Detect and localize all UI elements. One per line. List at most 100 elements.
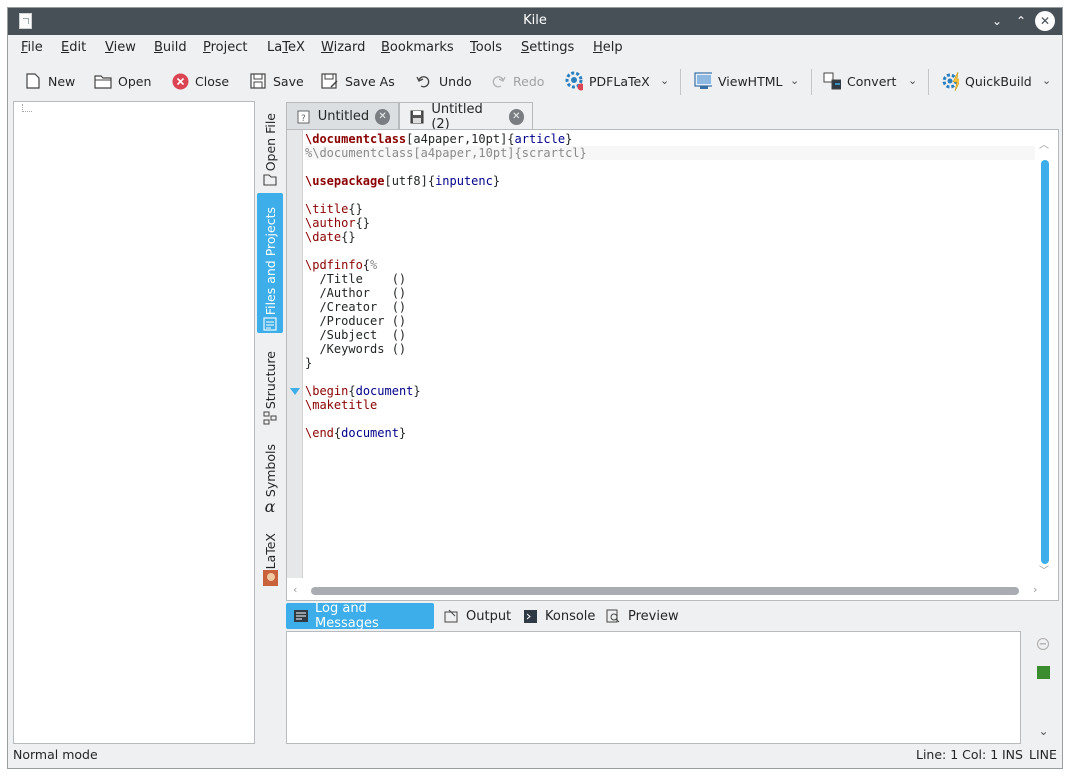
- code-line[interactable]: \date{}: [305, 230, 1035, 244]
- quickbuild-label: QuickBuild: [965, 73, 1032, 89]
- convert-dropdown-chevron-icon[interactable]: ⌄: [908, 74, 917, 87]
- tab-open-file[interactable]: Open File: [257, 103, 283, 189]
- menu-label-post: eX: [287, 40, 305, 55]
- expand-chevron-icon[interactable]: ⌄: [1037, 724, 1050, 738]
- menu-file[interactable]: File: [21, 40, 43, 55]
- tab-log-and-messages[interactable]: Log and Messages: [286, 601, 434, 631]
- horizontal-scrollbar[interactable]: ‹ ›: [293, 582, 1043, 596]
- structure-icon: [261, 409, 279, 427]
- quickbuild-button[interactable]: QuickBuild: [941, 64, 1032, 98]
- code-line[interactable]: %\documentclass[a4paper,10pt]{scrartcl}: [305, 146, 1035, 160]
- insert-mode-status: INS: [1002, 747, 1023, 762]
- tab-latex[interactable]: LaTeX: [257, 521, 283, 587]
- code-line[interactable]: \pdfinfo{%: [305, 258, 1035, 272]
- code-token: {: [362, 258, 371, 272]
- menu-view[interactable]: View: [105, 40, 136, 55]
- close-button[interactable]: Close: [171, 64, 229, 98]
- code-token: {}: [341, 230, 356, 244]
- code-line[interactable]: [305, 244, 1035, 258]
- scroll-down-chevron-icon[interactable]: ﹀: [1038, 566, 1050, 578]
- viewhtml-button[interactable]: ViewHTML: [694, 64, 782, 98]
- code-line[interactable]: \author{}: [305, 216, 1035, 230]
- minimize-icon[interactable]: ⌄: [987, 11, 1007, 31]
- save-button[interactable]: Save: [249, 64, 304, 98]
- close-window-icon[interactable]: ✕: [1035, 11, 1055, 31]
- tab-untitled[interactable]: ? Untitled ✕: [286, 102, 399, 130]
- menu-project[interactable]: Project: [203, 40, 248, 55]
- code-token: document: [341, 426, 399, 440]
- close-tab-icon[interactable]: ✕: [508, 108, 524, 125]
- code-line[interactable]: }: [305, 356, 1035, 370]
- code-line[interactable]: \usepackage[utf8]{inputenc}: [305, 174, 1035, 188]
- pdflatex-label: PDFLaTeX: [589, 73, 650, 89]
- code-line[interactable]: /Subject (): [305, 328, 1035, 342]
- vertical-scroll-thumb[interactable]: [1041, 160, 1049, 564]
- clear-log-icon[interactable]: −: [1037, 638, 1049, 650]
- tab-preview[interactable]: Preview: [598, 603, 685, 629]
- code-token: \pdfinfo: [305, 258, 363, 272]
- code-line[interactable]: \maketitle: [305, 398, 1035, 412]
- maximize-icon[interactable]: ⌃: [1011, 11, 1031, 31]
- code-line[interactable]: [305, 370, 1035, 384]
- redo-button[interactable]: Redo: [489, 64, 544, 98]
- tab-untitled-label: Untitled: [317, 109, 370, 124]
- menu-mnemonic: W: [321, 40, 334, 55]
- menu-latex[interactable]: LaTeX: [267, 40, 305, 55]
- code-line[interactable]: [305, 160, 1035, 174]
- save-as-button[interactable]: Save As: [321, 64, 395, 98]
- save-as-label: Save As: [345, 73, 395, 89]
- fold-arrow-icon[interactable]: [290, 388, 300, 395]
- code-line[interactable]: /Producer (): [305, 314, 1035, 328]
- view-html-icon: [694, 72, 712, 90]
- pdflatex-button[interactable]: PDFLaTeX: [565, 64, 650, 98]
- menu-tools[interactable]: Tools: [470, 40, 502, 55]
- log-messages-area[interactable]: [286, 631, 1021, 744]
- files-and-projects-panel[interactable]: [13, 101, 255, 744]
- menu-settings[interactable]: Settings: [521, 40, 574, 55]
- quickbuild-dropdown-chevron-icon[interactable]: ⌄: [1042, 74, 1051, 87]
- scroll-right-chevron-icon[interactable]: ›: [1033, 583, 1037, 596]
- menu-build[interactable]: Build: [154, 40, 187, 55]
- code-line[interactable]: \documentclass[a4paper,10pt]{article}: [305, 132, 1035, 146]
- horizontal-scroll-thumb[interactable]: [311, 587, 1019, 595]
- new-button[interactable]: New: [24, 64, 75, 98]
- convert-button[interactable]: Convert: [823, 64, 896, 98]
- menu-bookmarks[interactable]: Bookmarks: [381, 40, 454, 55]
- code-line[interactable]: [305, 412, 1035, 426]
- undo-button[interactable]: Undo: [415, 64, 472, 98]
- code-line[interactable]: \begin{document}: [305, 384, 1035, 398]
- code-area[interactable]: \documentclass[a4paper,10pt]{article} %\d…: [305, 132, 1035, 572]
- code-line[interactable]: \title{}: [305, 202, 1035, 216]
- tab-konsole[interactable]: Konsole: [515, 603, 601, 629]
- open-button[interactable]: Open: [94, 64, 151, 98]
- code-line[interactable]: /Author (): [305, 286, 1035, 300]
- code-token: /Title (): [305, 272, 407, 286]
- code-token: \author: [305, 216, 356, 230]
- scroll-up-chevron-icon[interactable]: ︿: [1038, 140, 1050, 152]
- tab-symbols[interactable]: α Symbols: [257, 435, 283, 516]
- menu-help[interactable]: Help: [593, 40, 623, 55]
- tab-log-label: Log and Messages: [315, 601, 379, 631]
- menu-edit[interactable]: Edit: [61, 40, 86, 55]
- filter-log-icon[interactable]: [1037, 666, 1050, 679]
- tab-output[interactable]: Output: [436, 603, 517, 629]
- code-line[interactable]: /Creator (): [305, 300, 1035, 314]
- tab-preview-label: Preview: [628, 608, 679, 624]
- pdflatex-dropdown-chevron-icon[interactable]: ⌄: [660, 74, 669, 87]
- code-line[interactable]: \end{document}: [305, 426, 1035, 440]
- code-line[interactable]: [305, 188, 1035, 202]
- tab-structure[interactable]: Structure: [257, 341, 283, 427]
- convert-label: Convert: [847, 73, 897, 89]
- close-tab-icon[interactable]: ✕: [375, 108, 390, 125]
- menu-wizard[interactable]: Wizard: [321, 40, 365, 55]
- viewhtml-dropdown-chevron-icon[interactable]: ⌄: [790, 74, 799, 87]
- code-line[interactable]: /Keywords (): [305, 342, 1035, 356]
- tab-files-and-projects[interactable]: Files and Projects: [257, 193, 283, 333]
- code-line[interactable]: /Title (): [305, 272, 1035, 286]
- code-token: \date: [305, 230, 342, 244]
- tab-untitled-2[interactable]: Untitled (2) ✕: [399, 102, 533, 132]
- terminal-icon: [521, 607, 539, 625]
- vertical-scrollbar[interactable]: ︿ ﹀: [1038, 140, 1050, 578]
- scroll-left-chevron-icon[interactable]: ‹: [293, 583, 297, 596]
- editor-view[interactable]: \documentclass[a4paper,10pt]{article} %\d…: [286, 129, 1059, 601]
